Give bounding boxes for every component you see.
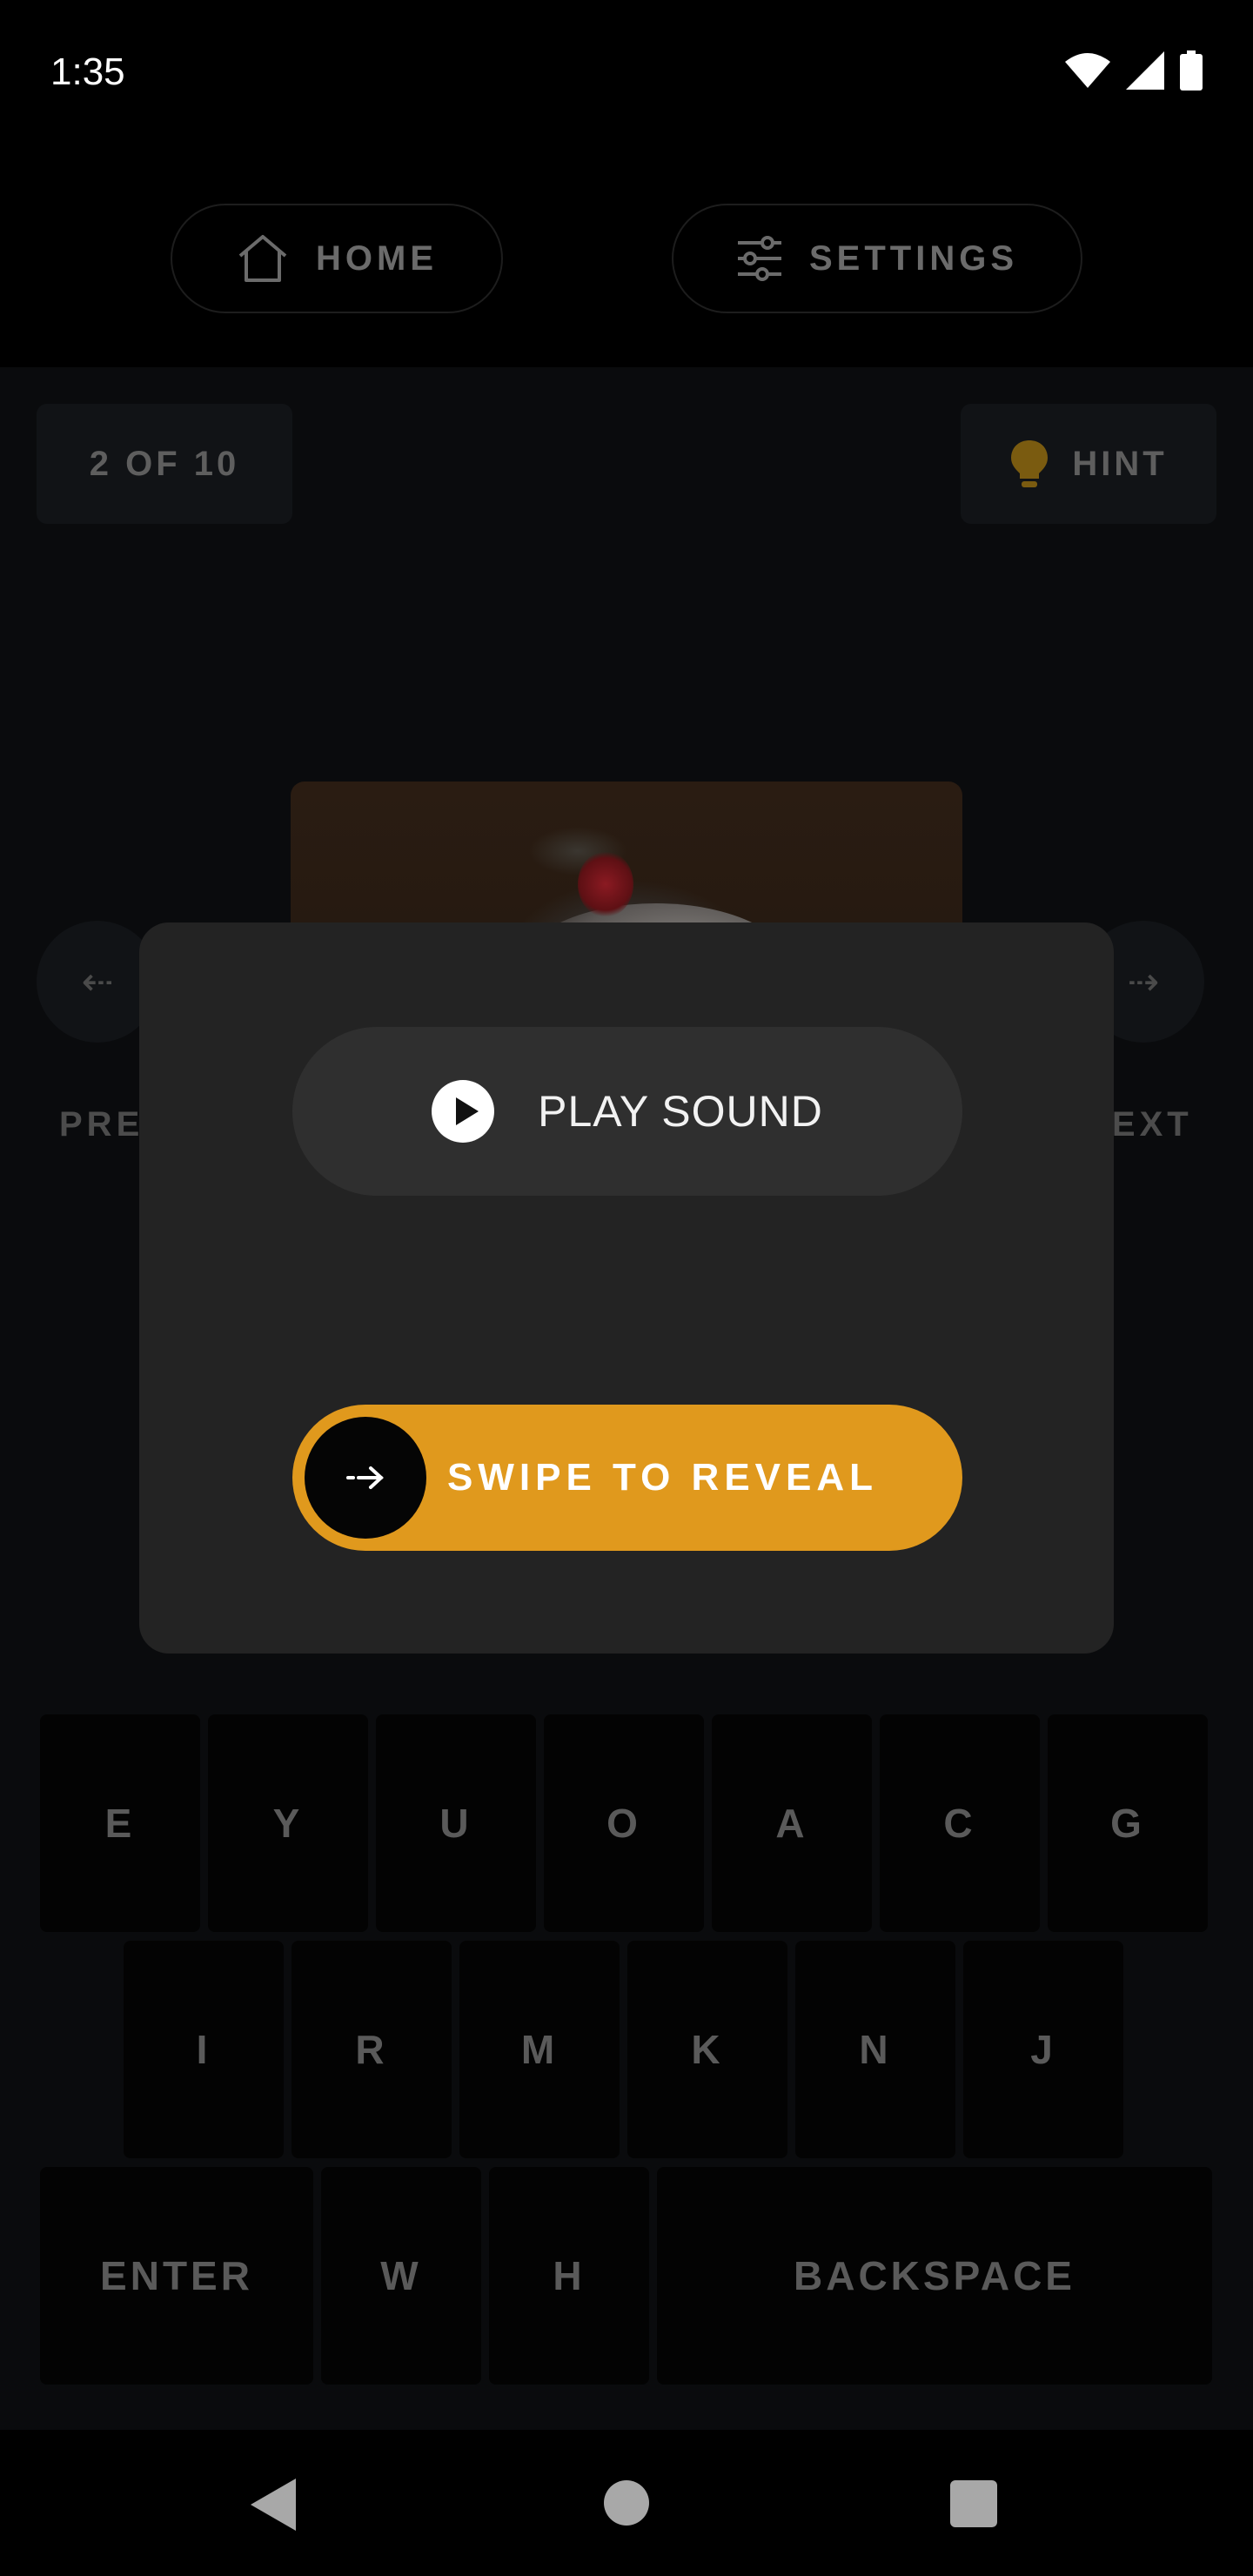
lightbulb-icon [1011, 440, 1049, 487]
key-u[interactable]: U [376, 1714, 536, 1932]
question-counter: 2 OF 10 [37, 404, 292, 524]
play-icon [432, 1080, 495, 1143]
key-e[interactable]: E [40, 1714, 200, 1932]
key-y[interactable]: Y [208, 1714, 368, 1932]
key-o[interactable]: O [544, 1714, 704, 1932]
key-a[interactable]: A [712, 1714, 872, 1932]
battery-icon [1180, 50, 1203, 91]
recents-icon[interactable] [950, 2480, 997, 2527]
key-j[interactable]: J [963, 1941, 1123, 2158]
signal-icon [1126, 51, 1164, 90]
key-h[interactable]: H [489, 2167, 649, 2385]
swipe-label: SWIPE TO REVEAL [447, 1456, 879, 1499]
key-i[interactable]: I [124, 1941, 284, 2158]
key-g[interactable]: G [1048, 1714, 1208, 1932]
top-nav: HOME SETTINGS [0, 148, 1253, 367]
backspace-key[interactable]: BACKSPACE [657, 2167, 1212, 2385]
key-m[interactable]: M [459, 1941, 620, 2158]
status-icons [1065, 50, 1203, 91]
settings-label: SETTINGS [808, 238, 1019, 278]
key-c[interactable]: C [880, 1714, 1040, 1932]
hint-button[interactable]: HINT [961, 404, 1216, 524]
swipe-handle[interactable] [305, 1417, 426, 1539]
enter-key[interactable]: ENTER [40, 2167, 313, 2385]
home-icon [238, 235, 287, 282]
play-sound-button[interactable]: PLAY SOUND [292, 1027, 962, 1196]
wifi-icon [1065, 53, 1110, 88]
arrow-left-icon: ⇠ [81, 960, 114, 1003]
sliders-icon [737, 236, 781, 281]
home-button[interactable]: HOME [171, 204, 503, 313]
settings-button[interactable]: SETTINGS [672, 204, 1082, 313]
key-r[interactable]: R [291, 1941, 452, 2158]
swipe-to-reveal-slider[interactable]: SWIPE TO REVEAL [292, 1405, 962, 1551]
key-w[interactable]: W [321, 2167, 481, 2385]
play-sound-label: PLAY SOUND [538, 1087, 823, 1136]
status-time: 1:35 [50, 50, 125, 93]
home-circle-icon[interactable] [604, 2480, 649, 2526]
status-bar: 1:35 [0, 0, 1253, 148]
system-nav-bar [0, 2430, 1253, 2576]
back-icon[interactable] [251, 2479, 296, 2531]
reveal-dialog: PLAY SOUND SWIPE TO REVEAL [139, 922, 1114, 1654]
arrow-right-icon: ⇢ [1127, 960, 1160, 1003]
key-n[interactable]: N [795, 1941, 955, 2158]
hint-label: HINT [1072, 444, 1168, 483]
home-label: HOME [316, 238, 438, 278]
arrow-right-icon [346, 1466, 384, 1489]
key-k[interactable]: K [627, 1941, 787, 2158]
